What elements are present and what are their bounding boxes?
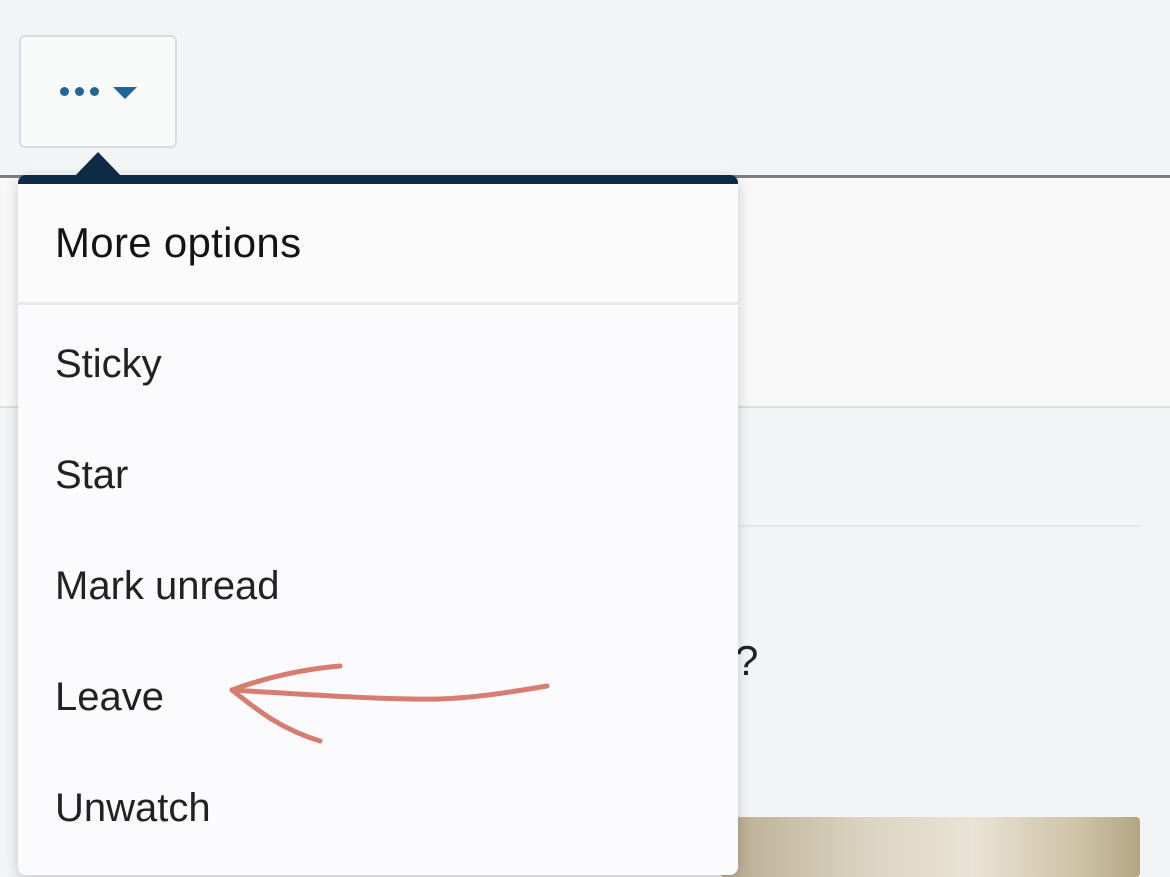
caret-down-icon bbox=[112, 86, 137, 99]
menu-item-sticky[interactable]: Sticky bbox=[18, 309, 738, 420]
menu-header: More options bbox=[18, 184, 738, 305]
menu-list: Sticky Star Mark unread Leave Unwatch bbox=[18, 309, 738, 864]
more-options-button[interactable] bbox=[19, 35, 177, 148]
more-options-menu: More options Sticky Star Mark unread Lea… bbox=[18, 175, 738, 875]
background-image bbox=[720, 817, 1140, 877]
menu-item-star[interactable]: Star bbox=[18, 420, 738, 531]
background-divider bbox=[738, 525, 1140, 527]
menu-item-mark-unread[interactable]: Mark unread bbox=[18, 531, 738, 642]
menu-pointer bbox=[73, 152, 123, 178]
ellipsis-icon bbox=[59, 87, 99, 96]
background-question-mark: ? bbox=[735, 637, 759, 684]
menu-title: More options bbox=[55, 219, 302, 266]
menu-item-unwatch[interactable]: Unwatch bbox=[18, 753, 738, 864]
menu-item-leave[interactable]: Leave bbox=[18, 642, 738, 753]
